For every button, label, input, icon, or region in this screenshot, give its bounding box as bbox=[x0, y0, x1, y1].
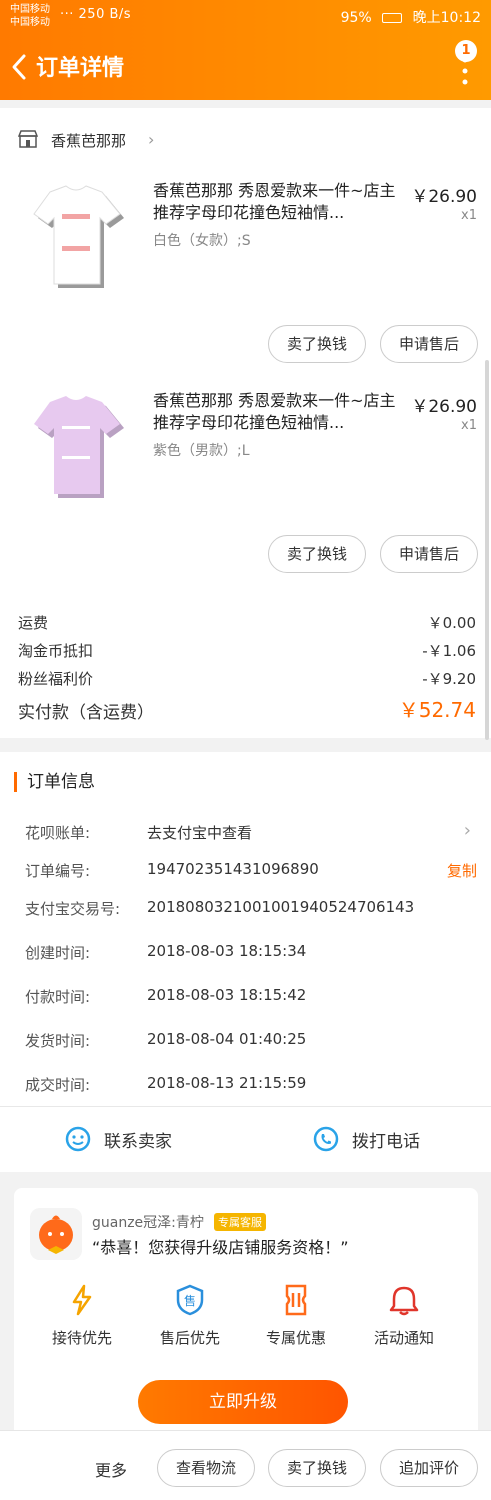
status-bar: 中国移动 中国移动 ··· 250 B/s 95% 晚上10:12 bbox=[0, 0, 491, 34]
chevron-right-icon: › bbox=[148, 130, 155, 149]
coin-label: 淘金币抵扣 bbox=[18, 642, 94, 660]
product-sku: 白色（女款）;S bbox=[153, 233, 251, 249]
perk-label: 活动通知 bbox=[373, 1329, 434, 1347]
shield-icon: 售 bbox=[176, 1284, 204, 1316]
shipped-time-value: 2018-08-04 01:40:25 bbox=[147, 1030, 307, 1048]
lightning-icon bbox=[72, 1284, 92, 1316]
network-speed: ··· 250 B/s bbox=[60, 7, 132, 22]
created-time-value: 2018-08-03 18:15:34 bbox=[147, 942, 307, 960]
sell-exchange-button[interactable]: 卖了换钱 bbox=[268, 1449, 366, 1487]
after-sale-button[interactable]: 申请售后 bbox=[380, 325, 478, 363]
clock: 晚上10:12 bbox=[412, 10, 481, 26]
call-phone-label: 拨打电话 bbox=[352, 1132, 420, 1152]
product-price: ￥26.90 bbox=[411, 397, 477, 417]
paid-time-label: 付款时间: bbox=[25, 988, 91, 1006]
paid-time-value: 2018-08-03 18:15:42 bbox=[147, 986, 307, 1004]
store-icon bbox=[18, 130, 38, 148]
huabei-value: 去支付宝中查看 bbox=[147, 824, 253, 842]
shipping-fee-row: 运费 ￥0.00 bbox=[18, 612, 476, 633]
order-info-card bbox=[0, 752, 491, 1106]
product-thumbnail bbox=[33, 185, 124, 288]
service-agent-name: guanze冠泽:青柠 bbox=[92, 1215, 204, 1231]
upgrade-message: “恭喜！您获得升级店铺服务资格！” bbox=[92, 1238, 349, 1257]
total-value: ￥52.74 bbox=[398, 698, 476, 722]
fan-price-row: 粉丝福利价 -￥9.20 bbox=[18, 668, 476, 689]
product-title: 香蕉芭那那 秀恩爱款来一件~店主推荐字母印花撞色短袖情... bbox=[153, 181, 396, 222]
carrier-1: 中国移动 bbox=[10, 4, 50, 15]
chat-smile-icon bbox=[65, 1126, 91, 1152]
shirt-shape bbox=[33, 185, 121, 285]
perk-exclusive-discount: 专属优惠 bbox=[246, 1283, 346, 1348]
app-header: 中国移动 中国移动 ··· 250 B/s 95% 晚上10:12 订单详情 1 bbox=[0, 0, 491, 100]
section-title: 订单信息 bbox=[14, 772, 95, 792]
product-thumbnail bbox=[34, 396, 124, 498]
perk-event-notification: 活动通知 bbox=[354, 1283, 454, 1348]
coin-value: -￥1.06 bbox=[422, 642, 476, 660]
product-sku: 紫色（男款）;L bbox=[153, 443, 250, 459]
nav-header: 订单详情 1 bbox=[0, 36, 491, 96]
view-logistics-button[interactable]: 查看物流 bbox=[157, 1449, 255, 1487]
order-number-value: 194702351431096890 bbox=[147, 860, 319, 878]
total-row: 实付款（含运费） ￥52.74 bbox=[18, 698, 476, 723]
avatar bbox=[30, 1208, 82, 1260]
bottom-action-bar: 更多 查看物流 卖了换钱 追加评价 bbox=[0, 1430, 491, 1500]
contact-bar: 联系卖家 拨打电话 bbox=[0, 1106, 491, 1172]
fan-label: 粉丝福利价 bbox=[18, 670, 94, 688]
shipping-value: ￥0.00 bbox=[427, 614, 476, 632]
battery-level: 95% bbox=[340, 10, 372, 26]
created-time-label: 创建时间: bbox=[25, 944, 91, 962]
shirt-shape bbox=[34, 396, 120, 494]
more-menu-icon[interactable] bbox=[461, 56, 469, 86]
chevron-right-icon: › bbox=[463, 820, 471, 841]
svg-text:售: 售 bbox=[184, 1293, 196, 1308]
service-upgrade-card: guanze冠泽:青柠 专属客服 “恭喜！您获得升级店铺服务资格！” 接待优先 … bbox=[14, 1188, 478, 1438]
fan-value: -￥9.20 bbox=[422, 670, 476, 688]
shipping-label: 运费 bbox=[18, 614, 49, 632]
phone-icon bbox=[313, 1126, 339, 1152]
exclusive-service-badge: 专属客服 bbox=[214, 1213, 266, 1231]
sell-exchange-button[interactable]: 卖了换钱 bbox=[268, 325, 366, 363]
completed-time-value: 2018-08-13 21:15:59 bbox=[147, 1074, 307, 1092]
order-item[interactable]: 香蕉芭那那 秀恩爱款来一件~店主推荐字母印花撞色短袖情... 紫色（男款）;L … bbox=[0, 390, 491, 600]
scrollbar[interactable] bbox=[485, 360, 489, 740]
shop-name: 香蕉芭那那 bbox=[51, 132, 127, 150]
perk-label: 售后优先 bbox=[159, 1329, 220, 1347]
shipped-time-label: 发货时间: bbox=[25, 1032, 91, 1050]
perk-priority-reception: 接待优先 bbox=[32, 1283, 132, 1348]
copy-button[interactable]: 复制 bbox=[447, 860, 477, 881]
back-arrow-icon[interactable] bbox=[8, 52, 30, 82]
alipay-number-label: 支付宝交易号: bbox=[25, 900, 121, 918]
upgrade-now-button[interactable]: 立即升级 bbox=[138, 1380, 348, 1424]
total-label: 实付款（含运费） bbox=[18, 703, 154, 723]
add-review-button[interactable]: 追加评价 bbox=[380, 1449, 478, 1487]
alipay-number-value: 2018080321001001940524706143 bbox=[147, 898, 415, 916]
perk-label: 接待优先 bbox=[51, 1329, 112, 1347]
contact-seller-label: 联系卖家 bbox=[104, 1132, 172, 1152]
order-item[interactable]: 香蕉芭那那 秀恩爱款来一件~店主推荐字母印花撞色短袖情... 白色（女款）;S … bbox=[0, 180, 491, 390]
product-price: ￥26.90 bbox=[411, 187, 477, 207]
perk-priority-aftersale: 售 售后优先 bbox=[140, 1283, 240, 1348]
completed-time-label: 成交时间: bbox=[25, 1076, 91, 1094]
sell-exchange-button[interactable]: 卖了换钱 bbox=[268, 535, 366, 573]
coin-discount-row: 淘金币抵扣 -￥1.06 bbox=[18, 640, 476, 661]
order-number-label: 订单编号: bbox=[25, 862, 91, 880]
battery-icon bbox=[382, 13, 403, 23]
product-quantity: x1 bbox=[461, 418, 477, 433]
carrier-info: 中国移动 中国移动 bbox=[10, 3, 50, 29]
more-button[interactable]: 更多 bbox=[95, 1457, 127, 1481]
status-right: 95% 晚上10:12 bbox=[341, 7, 481, 27]
page-title: 订单详情 bbox=[36, 56, 125, 81]
product-title: 香蕉芭那那 秀恩爱款来一件~店主推荐字母印花撞色短袖情... bbox=[153, 391, 396, 432]
after-sale-button[interactable]: 申请售后 bbox=[380, 535, 478, 573]
product-quantity: x1 bbox=[461, 208, 477, 223]
carrier-2: 中国移动 bbox=[10, 17, 50, 28]
order-card: 香蕉芭那那 › 香蕉芭那那 秀恩爱款来一件~店主推荐字母印花撞色短袖情... 白… bbox=[0, 108, 491, 738]
bell-icon bbox=[389, 1286, 419, 1316]
perk-label: 专属优惠 bbox=[265, 1329, 326, 1347]
coupon-icon bbox=[285, 1284, 307, 1316]
huabei-label: 花呗账单: bbox=[25, 824, 91, 842]
